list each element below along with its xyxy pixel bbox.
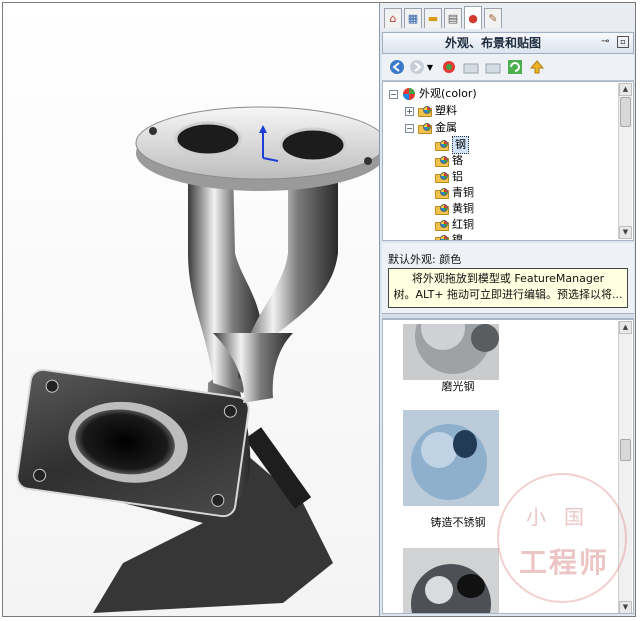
tree-item-copper[interactable]: 红铜 (435, 217, 474, 233)
scroll-up-icon[interactable]: ▲ (619, 321, 632, 334)
folder-icon (435, 234, 449, 240)
home-icon[interactable]: ⌂ (384, 8, 402, 28)
tree-item-plastic[interactable]: + 塑料 (405, 103, 457, 119)
parts-icon[interactable]: ▦ (404, 8, 422, 28)
pane-options-icon[interactable]: ▫ (617, 36, 629, 48)
expand-icon[interactable]: + (405, 106, 414, 116)
gallery-label: 磨光钢 (441, 380, 475, 393)
appearance-status: 默认外观: 颜色 将外观拖放到模型或 FeatureManager 树。ALT+… (382, 243, 634, 313)
swatch-cast-stainless[interactable] (403, 410, 499, 506)
tree-root[interactable]: − 外观(color) (389, 86, 477, 102)
collapse-icon[interactable]: − (389, 89, 398, 99)
folder-icon (435, 155, 449, 167)
top-flange-port-right (279, 127, 347, 163)
task-pane-toolbar: ▼ (382, 54, 634, 81)
watermark-seal: 小国 工程师 (497, 473, 627, 603)
open-folder-icon[interactable] (462, 58, 480, 76)
collapse-icon[interactable]: − (405, 123, 414, 133)
default-appearance-label: 默认外观: 颜色 (388, 253, 462, 266)
folder-icon (435, 139, 449, 151)
window-frame: ⌂ ▦ ▬ ▤ ● ✎ 外观、布景和贴图 ⊸ ▫ ▼ − 外观(color) +… (2, 2, 636, 617)
tree-scrollbar[interactable]: ▲ ▼ (618, 83, 632, 239)
graphics-viewport[interactable] (3, 3, 379, 616)
folder-icon (418, 122, 432, 134)
scroll-down-icon[interactable]: ▼ (619, 601, 632, 613)
bolt-hole (149, 127, 157, 135)
scroll-thumb[interactable] (620, 439, 631, 461)
tree-item-steel[interactable]: 钢 (435, 136, 469, 154)
add-appearance-icon[interactable] (440, 58, 458, 76)
tree-item-metal[interactable]: − 金属 (405, 120, 457, 136)
tree-item-chrome[interactable]: 铬 (435, 153, 463, 169)
folder-icon (418, 105, 432, 117)
scroll-thumb[interactable] (620, 97, 631, 127)
task-pane: ⌂ ▦ ▬ ▤ ● ✎ 外观、布景和贴图 ⊸ ▫ ▼ − 外观(color) +… (379, 3, 635, 616)
top-flange-port-left (174, 121, 242, 157)
new-folder-icon[interactable] (484, 58, 502, 76)
tree-item-bronze[interactable]: 青铜 (435, 185, 474, 201)
refresh-icon[interactable] (506, 58, 524, 76)
custom-properties-icon[interactable]: ✎ (484, 8, 502, 28)
history-dropdown-icon[interactable]: ▼ (426, 58, 434, 76)
task-pane-title: 外观、布景和贴图 (445, 36, 542, 50)
folder-icon (435, 171, 449, 183)
folder-icon (435, 203, 449, 215)
bolt-hole (364, 157, 372, 165)
tree-item-nickel[interactable]: 镍 (435, 232, 463, 240)
design-library-icon[interactable]: ▤ (444, 8, 462, 28)
folder-icon[interactable]: ▬ (424, 8, 442, 28)
appearance-tree[interactable]: − 外观(color) + 塑料 − 金属 钢 铬 铝 青铜 黄铜 红铜 镍 ▲… (382, 81, 634, 241)
task-pane-titlebar: 外观、布景和贴图 ⊸ ▫ (382, 32, 634, 54)
folder-icon (435, 219, 449, 231)
up-level-icon[interactable] (528, 58, 546, 76)
tree-item-aluminum[interactable]: 铝 (435, 169, 463, 185)
swatch-polished-steel[interactable] (403, 320, 499, 386)
swatch-chrome[interactable] (403, 548, 499, 613)
scroll-up-icon[interactable]: ▲ (619, 83, 632, 96)
tooltip: 将外观拖放到模型或 FeatureManager 树。ALT+ 拖动可立即进行编… (388, 268, 628, 308)
back-icon[interactable] (388, 58, 406, 76)
folder-icon (435, 187, 449, 199)
forward-icon[interactable] (408, 58, 426, 76)
exhaust-manifold-model[interactable] (3, 3, 379, 616)
task-pane-tabs: ⌂ ▦ ▬ ▤ ● ✎ (380, 3, 635, 31)
pin-icon[interactable]: ⊸ (601, 36, 613, 48)
appearance-ball-icon (403, 88, 415, 100)
appearance-gallery[interactable]: 磨光钢 铸造不锈钢 ▲ ▼ 小国 工程师 (382, 319, 634, 614)
scroll-down-icon[interactable]: ▼ (619, 226, 632, 239)
tree-item-brass[interactable]: 黄铜 (435, 201, 474, 217)
appearances-icon[interactable]: ● (464, 6, 482, 29)
